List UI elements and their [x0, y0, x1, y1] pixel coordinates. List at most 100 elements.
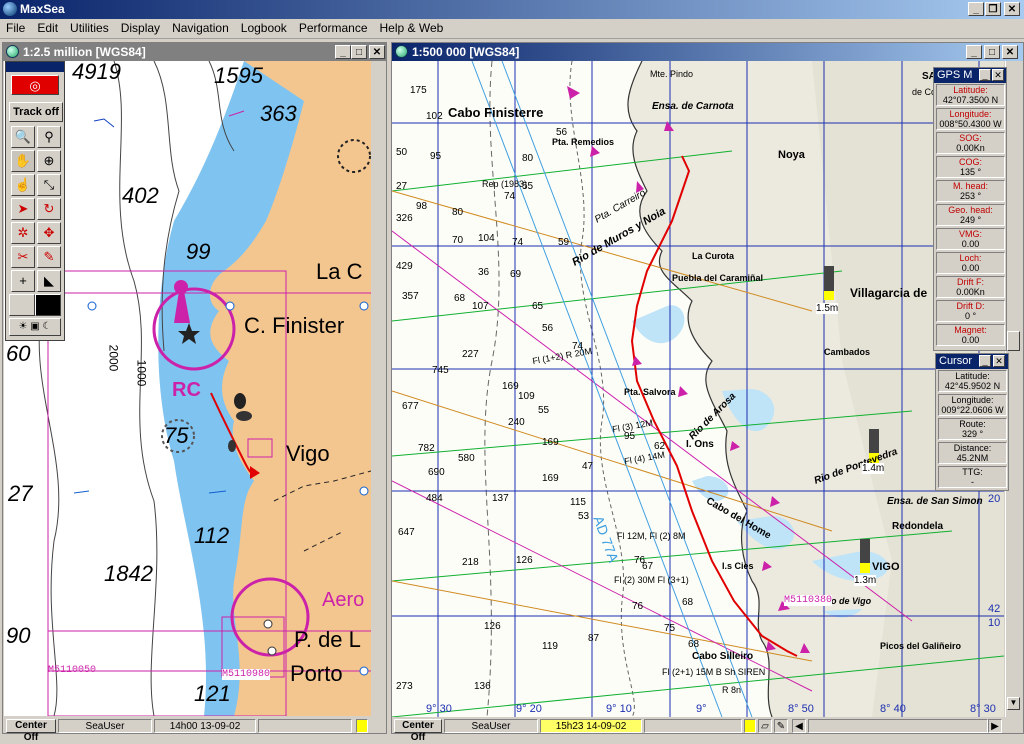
restore-icon[interactable]: ❐ — [985, 2, 1001, 16]
depth-label: 240 — [508, 417, 525, 428]
tide-label: 1.4m — [862, 463, 885, 474]
rotate-icon[interactable]: ↻ — [37, 198, 61, 220]
grab-icon[interactable]: ☝ — [11, 174, 35, 196]
left-maximize-icon[interactable]: □ — [351, 45, 367, 59]
cursor-minimize-icon[interactable]: _ — [979, 355, 991, 367]
cursor-longitude: Longitude: 009°22.0606 W — [938, 394, 1007, 416]
right-minimize-icon[interactable]: _ — [966, 45, 982, 59]
menu-navigation[interactable]: Navigation — [166, 19, 235, 35]
right-maximize-icon[interactable]: □ — [984, 45, 1000, 59]
gps-sog-value: 0.00Kn — [956, 143, 985, 153]
depth-label: 75 — [664, 623, 676, 634]
depth-label: 4919 — [72, 61, 121, 84]
record-button[interactable]: ◎ — [11, 75, 59, 95]
cell-label: M5110380 — [784, 595, 833, 606]
right-close-icon[interactable]: ✕ — [1002, 45, 1018, 59]
place-label: Ensa. de Carnota — [652, 101, 734, 112]
place-label: P. de L — [294, 627, 361, 652]
color-swatch-light[interactable] — [9, 294, 35, 316]
depth-label: 104 — [478, 233, 495, 244]
depth-label: 136 — [474, 681, 491, 692]
left-close-icon[interactable]: ✕ — [369, 45, 385, 59]
menu-file[interactable]: File — [0, 19, 31, 35]
close-icon[interactable]: ✕ — [1004, 2, 1020, 16]
color-swatch-dark[interactable] — [35, 294, 61, 316]
gps-latitude-value: 42°07.3500 N — [942, 95, 999, 105]
measure-icon[interactable]: ⤡ — [37, 174, 61, 196]
depth-label: 80 — [452, 207, 464, 218]
profile-icon[interactable]: ◣ — [37, 270, 61, 292]
depth-label: 87 — [588, 633, 600, 644]
place-label: Aero — [322, 589, 365, 611]
scroll-right-icon[interactable]: ▶ — [988, 719, 1002, 733]
cursor-close-icon[interactable]: ✕ — [993, 355, 1005, 367]
menu-display[interactable]: Display — [115, 19, 166, 35]
app-title-bar: MaxSea _ ❐ ✕ — [0, 0, 1024, 19]
left-minimize-icon[interactable]: _ — [335, 45, 351, 59]
menu-logbook[interactable]: Logbook — [235, 19, 293, 35]
cursor-ttg-label: TTG: — [962, 467, 983, 477]
depth-label: 74 — [512, 237, 524, 248]
right-window-title: 1:500 000 [WGS84] — [412, 45, 520, 59]
waypoint-icon[interactable]: ✲ — [11, 222, 35, 244]
zoom-icon[interactable]: 🔍 — [11, 126, 35, 148]
menu-performance[interactable]: Performance — [293, 19, 374, 35]
move-icon[interactable]: ✥ — [37, 222, 61, 244]
scroll-left-icon[interactable]: ◀ — [792, 719, 806, 733]
gps-minimize-icon[interactable]: _ — [979, 69, 991, 81]
gps-magnet: Magnet: 0.00 — [936, 324, 1005, 346]
tools-icon[interactable]: ✎ — [774, 719, 788, 733]
minimize-icon[interactable]: _ — [968, 2, 984, 16]
depth-label: 74 — [504, 191, 516, 202]
globe-icon — [395, 45, 408, 58]
menu-utilities[interactable]: Utilities — [64, 19, 115, 35]
depth-label: 1000 — [134, 359, 149, 387]
scroll-thumb[interactable] — [1007, 331, 1020, 351]
depth-label: 109 — [518, 391, 535, 402]
scroll-down-icon[interactable]: ▼ — [1007, 697, 1020, 710]
gps-drift-d: Drift D: 0 ° — [936, 300, 1005, 322]
plus-icon[interactable]: + — [11, 270, 35, 292]
cursor-ttg: TTG: - — [938, 466, 1007, 488]
depth-label: 115 — [570, 497, 586, 508]
app-title: MaxSea — [20, 2, 65, 16]
menu-edit[interactable]: Edit — [31, 19, 64, 35]
scissors-icon[interactable]: ✂ — [11, 246, 35, 268]
place-label: I. Ons — [686, 439, 714, 450]
toolbox: ◎ Track off 🔍 ⚲ ✋ ⊕ ☝ ⤡ ➤ ↻ ✲ ✥ ✂ ✎ + ◣ … — [5, 61, 65, 341]
pointer-icon[interactable]: ➤ — [11, 198, 35, 220]
depth-label: 580 — [458, 453, 475, 464]
left-vertical-scrollbar[interactable] — [371, 61, 385, 716]
gps-magnet-value: 0.00 — [961, 335, 980, 345]
cursor-distance-label: Distance: — [953, 443, 992, 453]
depth-label: 169 — [542, 473, 559, 484]
maxsea-icon — [3, 2, 17, 16]
light-label: Fl 12M, Fl (2) 8M — [617, 531, 686, 541]
depth-label: 36 — [478, 267, 490, 278]
tide-label: 1.3m — [854, 575, 877, 586]
depth-label: 102 — [426, 111, 443, 122]
gps-close-icon[interactable]: ✕ — [992, 69, 1004, 81]
grid-label: 8° 40 — [880, 703, 906, 715]
depth-label: 76 — [632, 601, 644, 612]
save-icon[interactable]: ▱ — [758, 719, 772, 733]
cursor-panel-titlebar: Cursor _ ✕ — [936, 354, 1008, 369]
center-icon[interactable]: ⊕ — [37, 150, 61, 172]
right-chart-map[interactable]: Cabo Finisterre Pta. Remedios Ensa. de C… — [392, 61, 1004, 717]
place-label: Ensa. de San Simon — [887, 496, 983, 507]
gps-geohead-label: Geo. head: — [948, 205, 993, 215]
menu-help-web[interactable]: Help & Web — [374, 19, 450, 35]
pan-hand-icon[interactable]: ✋ — [11, 150, 35, 172]
left-center-off-button[interactable]: Center Off — [6, 719, 56, 743]
depth-label: 112 — [194, 523, 230, 548]
depth-label: 50 — [396, 147, 408, 158]
day-night-icon[interactable]: ☀ ▣ ☾ — [9, 318, 61, 336]
gps-magnet-label: Magnet: — [954, 325, 987, 335]
horizontal-scrollbar[interactable] — [808, 719, 988, 733]
right-center-off-button[interactable]: Center Off — [394, 719, 442, 743]
track-toggle-button[interactable]: Track off — [9, 102, 63, 122]
pencil-icon[interactable]: ✎ — [37, 246, 61, 268]
place-label: La C — [316, 259, 363, 284]
depth-label: 484 — [426, 493, 443, 504]
compass-icon[interactable]: ⚲ — [37, 126, 61, 148]
